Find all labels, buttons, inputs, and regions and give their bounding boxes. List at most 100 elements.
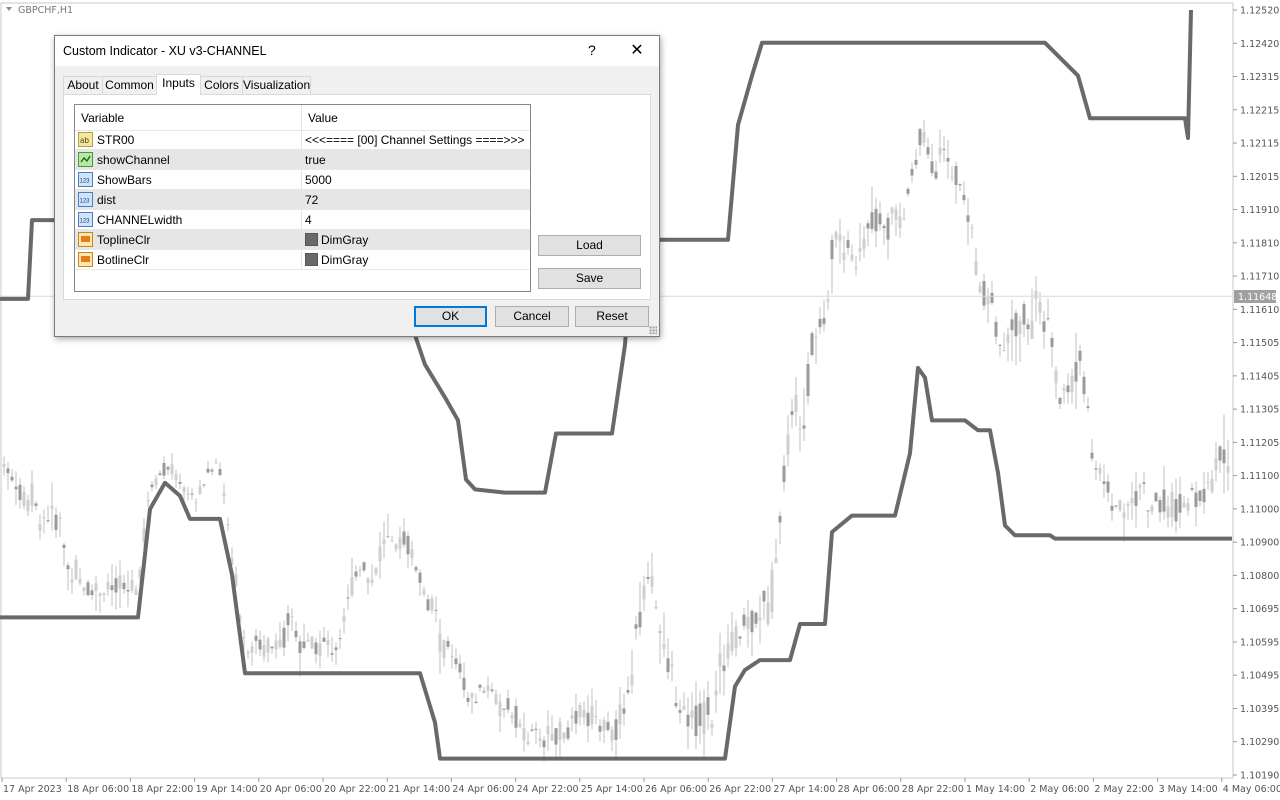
candle-body [506, 698, 510, 710]
candle-body [862, 238, 866, 249]
candle-body [246, 652, 250, 654]
price-tick-label: 1.11405 [1240, 371, 1279, 382]
dialog-titlebar[interactable]: Custom Indicator - XU v3-CHANNEL ? ✕ [55, 36, 659, 66]
candle-body [870, 212, 874, 230]
price-tick-label: 1.11205 [1240, 438, 1279, 449]
variable-value-color[interactable]: DimGray [305, 253, 368, 267]
tab-common[interactable]: Common [102, 76, 157, 94]
candle-body [1050, 337, 1054, 347]
candle-body [782, 465, 786, 482]
candle-body [758, 617, 762, 621]
ok-button[interactable]: OK [414, 306, 487, 327]
candle-body [202, 484, 206, 486]
candle-body [486, 685, 490, 691]
candle-body [530, 729, 534, 731]
table-row[interactable]: ab STR00 <<<==== [00] Channel Settings =… [75, 130, 530, 150]
load-button[interactable]: Load [538, 235, 641, 256]
variable-value[interactable]: 5000 [305, 173, 332, 187]
svg-text:123: 123 [80, 219, 91, 225]
candle-body [994, 321, 998, 337]
candle-body [386, 536, 390, 538]
candle-body [442, 640, 446, 659]
variable-value[interactable]: true [305, 153, 326, 167]
candle-body [738, 636, 742, 639]
candle-body [458, 663, 462, 673]
tab-colors[interactable]: Colors [200, 76, 243, 94]
save-button[interactable]: Save [538, 268, 641, 289]
candle-body [98, 593, 102, 596]
candle-body [66, 565, 70, 570]
candle-body [162, 462, 166, 476]
candle-body [1194, 492, 1198, 507]
candle-body [366, 578, 370, 583]
candle-body [814, 336, 818, 338]
candle-body [390, 540, 394, 542]
candle-body [430, 598, 434, 611]
table-row[interactable]: 123 dist 72 [75, 190, 530, 210]
candle-body [290, 616, 294, 618]
candle-body [54, 514, 58, 530]
candle-body [254, 635, 258, 641]
candle-body [82, 587, 86, 591]
price-tick-label: 1.11505 [1240, 338, 1279, 349]
cancel-button[interactable]: Cancel [495, 306, 569, 327]
resize-grip-icon[interactable] [649, 326, 657, 334]
candle-body [986, 296, 990, 305]
table-row[interactable]: ToplineClr DimGray [75, 230, 530, 250]
table-row[interactable]: BotlineClr DimGray [75, 250, 530, 270]
candle-body [930, 161, 934, 174]
candle-body [154, 478, 158, 485]
tab-visualization[interactable]: Visualization [242, 76, 311, 94]
table-row[interactable]: 123 CHANNELwidth 4 [75, 210, 530, 230]
candle-body [642, 585, 646, 600]
color-name: DimGray [321, 253, 369, 267]
time-tick-label: 19 Apr 14:00 [196, 784, 258, 795]
candle-body [594, 715, 598, 717]
candle-body [102, 593, 106, 595]
candle-body [582, 709, 586, 718]
candle-body [602, 720, 606, 731]
column-divider [301, 250, 302, 270]
help-button[interactable]: ? [588, 42, 596, 58]
variable-value[interactable]: <<<==== [00] Channel Settings ====>>> [305, 133, 525, 147]
candle-body [534, 728, 538, 730]
candle-body [94, 583, 98, 591]
candle-body [210, 469, 214, 472]
candle-body [110, 585, 114, 591]
tab-about[interactable]: About [63, 76, 103, 94]
price-tick-label: 1.10900 [1240, 538, 1279, 549]
candle-body [90, 590, 94, 596]
reset-button[interactable]: Reset [575, 306, 649, 327]
candle-body [510, 715, 514, 719]
column-header-variable[interactable]: Variable [81, 111, 124, 125]
variable-name: ShowBars [97, 173, 152, 187]
candle-body [166, 467, 170, 470]
variable-value[interactable]: 72 [305, 193, 318, 207]
candle-body [78, 578, 82, 584]
candle-body [178, 481, 182, 484]
tab-inputs[interactable]: Inputs [156, 74, 201, 95]
column-divider[interactable] [301, 105, 302, 130]
candle-body [214, 462, 218, 464]
variable-name: ToplineClr [97, 233, 151, 247]
candle-body [1182, 502, 1186, 508]
candle-body [114, 578, 118, 593]
candle-body [718, 653, 722, 667]
candle-body [490, 689, 494, 692]
candle-body [838, 234, 842, 241]
variable-value[interactable]: 4 [305, 213, 312, 227]
price-tick-label: 1.11100 [1240, 471, 1279, 482]
candle-body [474, 701, 478, 704]
candle-body [398, 537, 402, 549]
variable-value-color[interactable]: DimGray [305, 233, 368, 247]
candle-body [338, 638, 342, 640]
column-header-value[interactable]: Value [308, 111, 338, 125]
table-row[interactable]: showChannel true [75, 150, 530, 170]
table-row[interactable]: 123 ShowBars 5000 [75, 170, 530, 190]
time-tick-label: 2 May 22:00 [1094, 784, 1153, 795]
close-icon[interactable]: ✕ [628, 40, 646, 60]
candle-body [134, 589, 138, 596]
price-tick-label: 1.12215 [1240, 105, 1279, 116]
candle-body [1226, 466, 1230, 473]
candle-body [270, 646, 274, 649]
